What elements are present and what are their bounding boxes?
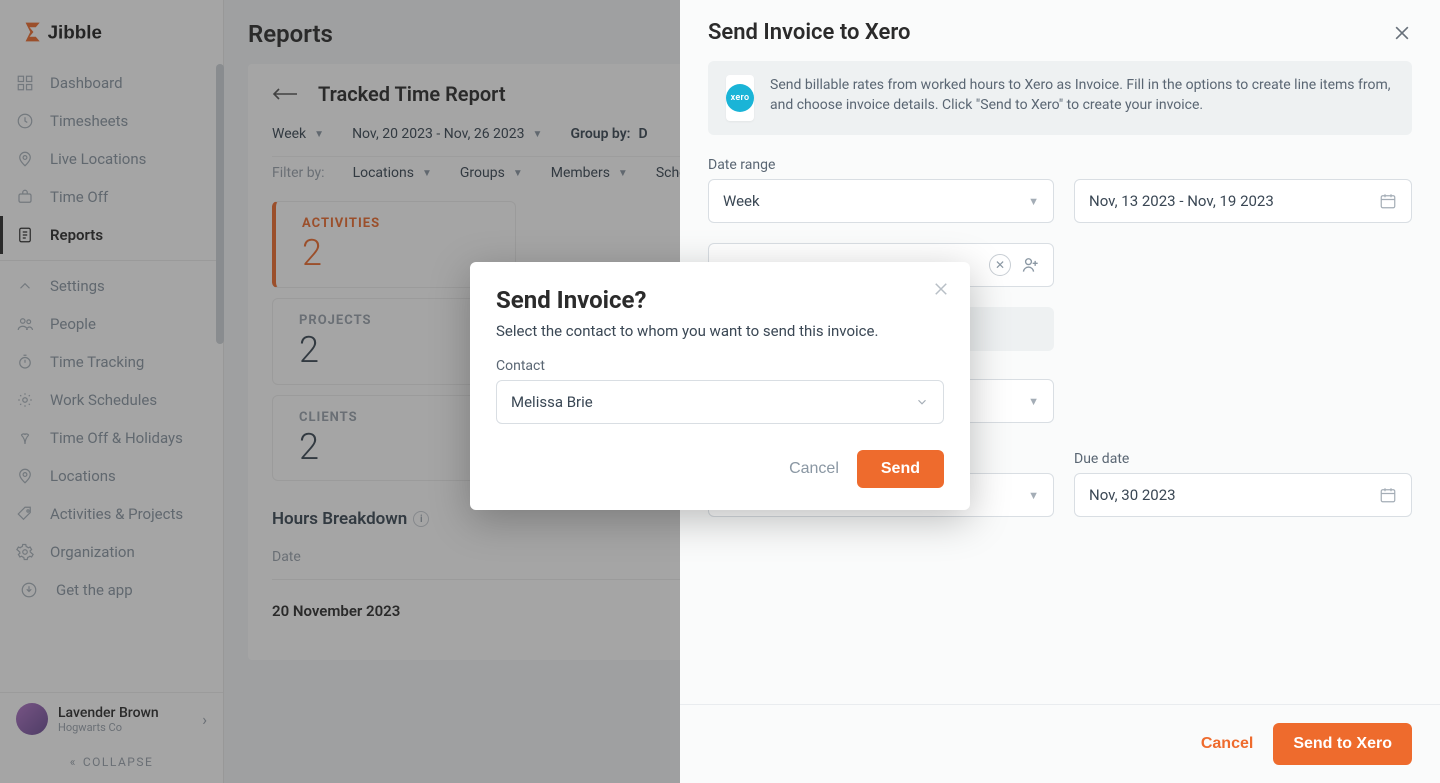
- date-value: Nov, 13 2023 - Nov, 19 2023: [1089, 192, 1274, 210]
- panel-cancel-button[interactable]: Cancel: [1201, 735, 1253, 753]
- contact-select[interactable]: Melissa Brie: [496, 380, 944, 424]
- add-user-icon[interactable]: [1021, 255, 1041, 275]
- chevron-down-icon: [915, 395, 929, 409]
- select-value: Melissa Brie: [511, 393, 593, 411]
- caret-down-icon: ▼: [1028, 489, 1039, 502]
- date-value: Nov, 30 2023: [1089, 486, 1176, 504]
- caret-down-icon: ▼: [1028, 395, 1039, 408]
- xero-icon: xero: [726, 84, 754, 112]
- panel-title: Send Invoice to Xero: [708, 20, 910, 45]
- select-value: Week: [723, 192, 760, 210]
- calendar-icon: [1379, 192, 1397, 210]
- label-due-date: Due date: [1074, 451, 1412, 467]
- info-box: xero Send billable rates from worked hou…: [708, 61, 1412, 135]
- cancel-button[interactable]: Cancel: [789, 460, 839, 478]
- send-to-xero-button[interactable]: Send to Xero: [1273, 723, 1412, 765]
- clear-chip-icon[interactable]: ✕: [989, 254, 1011, 276]
- date-range-picker[interactable]: Nov, 13 2023 - Nov, 19 2023: [1074, 179, 1412, 223]
- xero-badge: xero: [726, 75, 754, 121]
- close-icon[interactable]: [1392, 23, 1412, 43]
- date-range-unit-select[interactable]: Week ▼: [708, 179, 1054, 223]
- due-date-picker[interactable]: Nov, 30 2023: [1074, 473, 1412, 517]
- send-invoice-modal: Send Invoice? Select the contact to whom…: [470, 262, 970, 510]
- close-icon[interactable]: [932, 280, 950, 298]
- label-date-range: Date range: [708, 157, 1412, 173]
- caret-down-icon: ▼: [1028, 195, 1039, 208]
- send-button[interactable]: Send: [857, 450, 944, 488]
- label-contact: Contact: [496, 358, 944, 374]
- modal-title: Send Invoice?: [496, 286, 944, 314]
- info-text: Send billable rates from worked hours to…: [770, 75, 1394, 121]
- modal-subtitle: Select the contact to whom you want to s…: [496, 322, 944, 340]
- calendar-icon: [1379, 486, 1397, 504]
